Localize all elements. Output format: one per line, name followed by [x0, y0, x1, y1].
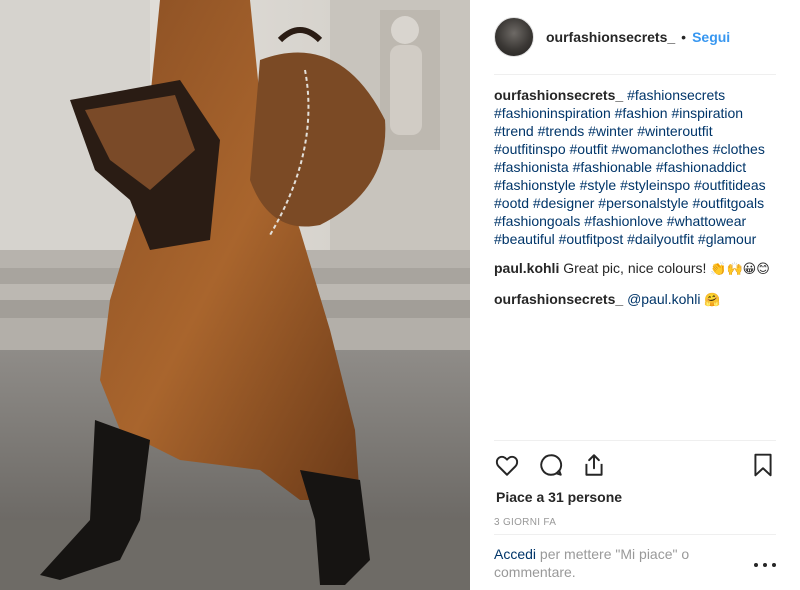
- login-prompt: Accedi per mettere "Mi piace" o commenta…: [494, 545, 714, 581]
- share-button[interactable]: [581, 452, 609, 480]
- comment: ourfashionsecrets_ @paul.kohli 🤗: [494, 290, 780, 310]
- post-side-panel: ourfashionsecrets_ • Segui ourfashionsec…: [470, 0, 800, 590]
- login-link[interactable]: Accedi: [494, 546, 536, 562]
- comment-username[interactable]: ourfashionsecrets_: [494, 291, 623, 307]
- post-header: ourfashionsecrets_ • Segui: [494, 15, 776, 59]
- divider: [494, 534, 776, 535]
- save-button[interactable]: [750, 452, 778, 480]
- post-image: [0, 0, 470, 590]
- instagram-post: ourfashionsecrets_ • Segui ourfashionsec…: [0, 0, 800, 590]
- more-icon: [772, 563, 776, 567]
- comment-username[interactable]: paul.kohli: [494, 260, 559, 276]
- post-photo[interactable]: [0, 0, 470, 590]
- caption-hashtags[interactable]: #fashionsecrets #fashioninspiration #fas…: [494, 87, 766, 247]
- like-button[interactable]: [494, 452, 522, 480]
- comment-button[interactable]: [538, 452, 566, 480]
- follow-button[interactable]: Segui: [692, 29, 730, 45]
- action-bar: [494, 452, 780, 480]
- comment: paul.kohli Great pic, nice colours! 👏🙌😀😊: [494, 259, 780, 279]
- header-username[interactable]: ourfashionsecrets_: [546, 29, 675, 45]
- more-icon: [754, 563, 758, 567]
- comment-emoji: 👏🙌😀😊: [710, 262, 770, 277]
- likes-count[interactable]: Piace a 31 persone: [496, 489, 622, 505]
- more-options-button[interactable]: [754, 560, 776, 570]
- comment-mention[interactable]: @paul.kohli: [627, 291, 700, 307]
- more-icon: [763, 563, 767, 567]
- comments-list: ourfashionsecrets_ #fashionsecrets #fash…: [494, 86, 780, 321]
- divider: [494, 74, 776, 75]
- comment-emoji: 🤗: [704, 293, 721, 308]
- comment-icon: [540, 454, 563, 476]
- caption: ourfashionsecrets_ #fashionsecrets #fash…: [494, 86, 780, 248]
- comment-username[interactable]: ourfashionsecrets_: [494, 87, 623, 103]
- heart-icon: [495, 455, 519, 476]
- share-icon: [585, 454, 603, 476]
- header-separator: •: [681, 29, 687, 45]
- divider: [494, 440, 776, 441]
- comment-text: Great pic, nice colours!: [563, 260, 707, 276]
- bookmark-icon: [754, 453, 772, 477]
- timestamp[interactable]: 3 GIORNI FA: [494, 517, 556, 528]
- avatar[interactable]: [494, 17, 534, 57]
